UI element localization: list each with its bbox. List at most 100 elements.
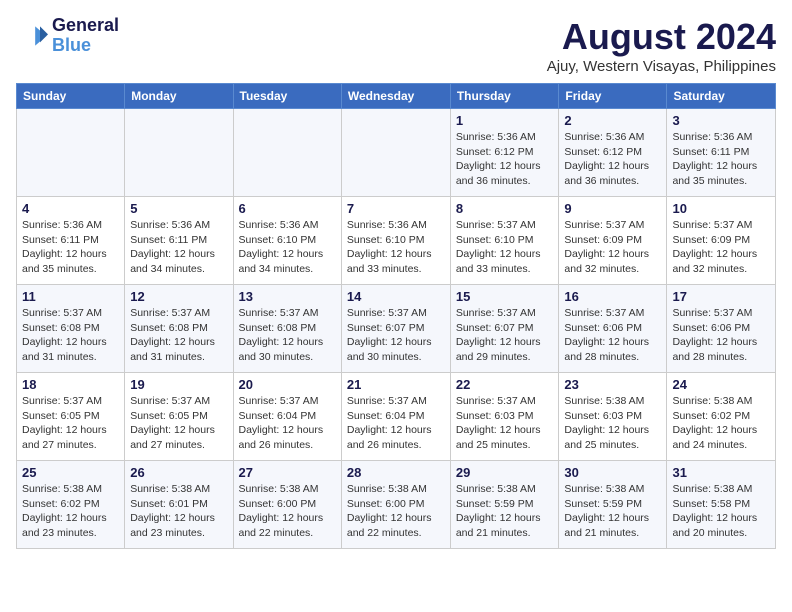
weekday-header: Wednesday <box>341 84 450 109</box>
calendar-cell <box>17 109 125 197</box>
day-number: 22 <box>456 377 554 392</box>
day-info: Sunrise: 5:37 AM Sunset: 6:07 PM Dayligh… <box>456 306 554 365</box>
calendar-cell: 4Sunrise: 5:36 AM Sunset: 6:11 PM Daylig… <box>17 197 125 285</box>
calendar-cell: 10 Sunrise: 5:37 AM Sunset: 6:09 PM Dayli… <box>667 197 776 285</box>
logo-icon <box>16 20 48 52</box>
calendar-table: SundayMondayTuesdayWednesdayThursdayFrid… <box>16 83 776 549</box>
calendar-header: SundayMondayTuesdayWednesdayThursdayFrid… <box>17 84 776 109</box>
calendar-cell: 11 Sunrise: 5:37 AM Sunset: 6:08 PM Dayli… <box>17 285 125 373</box>
day-info: Sunrise: 5:36 AM Sunset: 6:12 PM Dayligh… <box>456 130 554 189</box>
day-number: 27 <box>239 465 336 480</box>
day-number: 21 <box>347 377 445 392</box>
page-header: General Blue August 2024 Ajuy, Western V… <box>16 16 776 75</box>
calendar-cell: 12 Sunrise: 5:37 AM Sunset: 6:08 PM Dayli… <box>125 285 233 373</box>
day-number: 17 <box>672 289 770 304</box>
weekday-header: Thursday <box>450 84 559 109</box>
weekday-header: Saturday <box>667 84 776 109</box>
day-number: 25 <box>22 465 119 480</box>
calendar-cell: 17 Sunrise: 5:37 AM Sunset: 6:06 PM Dayli… <box>667 285 776 373</box>
day-info: Sunrise: 5:37 AM Sunset: 6:08 PM Dayligh… <box>239 306 336 365</box>
day-info: Sunrise: 5:37 AM Sunset: 6:10 PM Dayligh… <box>456 218 554 277</box>
day-number: 3 <box>672 113 770 128</box>
calendar-cell: 20 Sunrise: 5:37 AM Sunset: 6:04 PM Dayli… <box>233 373 341 461</box>
day-info: Sunrise: 5:38 AM Sunset: 5:59 PM Dayligh… <box>564 482 661 541</box>
calendar-cell: 2Sunrise: 5:36 AM Sunset: 6:12 PM Daylig… <box>559 109 667 197</box>
day-info: Sunrise: 5:36 AM Sunset: 6:11 PM Dayligh… <box>672 130 770 189</box>
day-number: 6 <box>239 201 336 216</box>
calendar-cell: 21 Sunrise: 5:37 AM Sunset: 6:04 PM Dayli… <box>341 373 450 461</box>
day-info: Sunrise: 5:37 AM Sunset: 6:06 PM Dayligh… <box>672 306 770 365</box>
day-number: 24 <box>672 377 770 392</box>
calendar-cell: 26 Sunrise: 5:38 AM Sunset: 6:01 PM Dayli… <box>125 461 233 549</box>
calendar-cell: 22 Sunrise: 5:37 AM Sunset: 6:03 PM Dayli… <box>450 373 559 461</box>
title-block: August 2024 Ajuy, Western Visayas, Phili… <box>547 16 776 75</box>
calendar-cell: 25 Sunrise: 5:38 AM Sunset: 6:02 PM Dayli… <box>17 461 125 549</box>
day-info: Sunrise: 5:37 AM Sunset: 6:09 PM Dayligh… <box>672 218 770 277</box>
day-info: Sunrise: 5:37 AM Sunset: 6:08 PM Dayligh… <box>22 306 119 365</box>
day-number: 20 <box>239 377 336 392</box>
calendar-cell: 24 Sunrise: 5:38 AM Sunset: 6:02 PM Dayli… <box>667 373 776 461</box>
calendar-week-row: 18 Sunrise: 5:37 AM Sunset: 6:05 PM Dayli… <box>17 373 776 461</box>
day-number: 26 <box>130 465 227 480</box>
day-info: Sunrise: 5:38 AM Sunset: 6:02 PM Dayligh… <box>672 394 770 453</box>
day-number: 18 <box>22 377 119 392</box>
day-info: Sunrise: 5:38 AM Sunset: 6:00 PM Dayligh… <box>239 482 336 541</box>
day-number: 4 <box>22 201 119 216</box>
day-number: 7 <box>347 201 445 216</box>
calendar-cell: 1Sunrise: 5:36 AM Sunset: 6:12 PM Daylig… <box>450 109 559 197</box>
day-info: Sunrise: 5:38 AM Sunset: 6:00 PM Dayligh… <box>347 482 445 541</box>
calendar-cell <box>125 109 233 197</box>
weekday-header: Sunday <box>17 84 125 109</box>
day-number: 2 <box>564 113 661 128</box>
calendar-cell: 23Sunrise: 5:38 AM Sunset: 6:03 PM Dayli… <box>559 373 667 461</box>
calendar-week-row: 11 Sunrise: 5:37 AM Sunset: 6:08 PM Dayli… <box>17 285 776 373</box>
calendar-week-row: 1Sunrise: 5:36 AM Sunset: 6:12 PM Daylig… <box>17 109 776 197</box>
logo-text: General Blue <box>52 16 119 56</box>
day-number: 13 <box>239 289 336 304</box>
day-info: Sunrise: 5:37 AM Sunset: 6:09 PM Dayligh… <box>564 218 661 277</box>
calendar-cell: 16Sunrise: 5:37 AM Sunset: 6:06 PM Dayli… <box>559 285 667 373</box>
weekday-header: Friday <box>559 84 667 109</box>
day-info: Sunrise: 5:38 AM Sunset: 6:02 PM Dayligh… <box>22 482 119 541</box>
day-info: Sunrise: 5:37 AM Sunset: 6:04 PM Dayligh… <box>239 394 336 453</box>
location: Ajuy, Western Visayas, Philippines <box>547 58 776 75</box>
day-info: Sunrise: 5:37 AM Sunset: 6:04 PM Dayligh… <box>347 394 445 453</box>
calendar-cell: 13 Sunrise: 5:37 AM Sunset: 6:08 PM Dayli… <box>233 285 341 373</box>
calendar-cell: 7Sunrise: 5:36 AM Sunset: 6:10 PM Daylig… <box>341 197 450 285</box>
day-info: Sunrise: 5:36 AM Sunset: 6:11 PM Dayligh… <box>130 218 227 277</box>
day-number: 15 <box>456 289 554 304</box>
calendar-week-row: 25 Sunrise: 5:38 AM Sunset: 6:02 PM Dayli… <box>17 461 776 549</box>
calendar-cell: 18 Sunrise: 5:37 AM Sunset: 6:05 PM Dayli… <box>17 373 125 461</box>
day-info: Sunrise: 5:38 AM Sunset: 5:59 PM Dayligh… <box>456 482 554 541</box>
day-info: Sunrise: 5:38 AM Sunset: 5:58 PM Dayligh… <box>672 482 770 541</box>
day-info: Sunrise: 5:36 AM Sunset: 6:10 PM Dayligh… <box>239 218 336 277</box>
month-title: August 2024 <box>547 16 776 58</box>
logo: General Blue <box>16 16 119 56</box>
weekday-row: SundayMondayTuesdayWednesdayThursdayFrid… <box>17 84 776 109</box>
day-number: 16 <box>564 289 661 304</box>
day-number: 31 <box>672 465 770 480</box>
day-info: Sunrise: 5:37 AM Sunset: 6:08 PM Dayligh… <box>130 306 227 365</box>
day-number: 10 <box>672 201 770 216</box>
calendar-cell: 31 Sunrise: 5:38 AM Sunset: 5:58 PM Dayli… <box>667 461 776 549</box>
day-number: 9 <box>564 201 661 216</box>
day-number: 30 <box>564 465 661 480</box>
calendar-cell: 27 Sunrise: 5:38 AM Sunset: 6:00 PM Dayli… <box>233 461 341 549</box>
calendar-cell: 19Sunrise: 5:37 AM Sunset: 6:05 PM Dayli… <box>125 373 233 461</box>
calendar-cell <box>233 109 341 197</box>
day-number: 28 <box>347 465 445 480</box>
calendar-cell: 3 Sunrise: 5:36 AM Sunset: 6:11 PM Daylig… <box>667 109 776 197</box>
calendar-cell: 6 Sunrise: 5:36 AM Sunset: 6:10 PM Daylig… <box>233 197 341 285</box>
calendar-body: 1Sunrise: 5:36 AM Sunset: 6:12 PM Daylig… <box>17 109 776 549</box>
day-number: 14 <box>347 289 445 304</box>
calendar-cell: 8 Sunrise: 5:37 AM Sunset: 6:10 PM Daylig… <box>450 197 559 285</box>
day-info: Sunrise: 5:38 AM Sunset: 6:01 PM Dayligh… <box>130 482 227 541</box>
day-number: 12 <box>130 289 227 304</box>
calendar-cell: 29Sunrise: 5:38 AM Sunset: 5:59 PM Dayli… <box>450 461 559 549</box>
day-info: Sunrise: 5:37 AM Sunset: 6:05 PM Dayligh… <box>22 394 119 453</box>
day-info: Sunrise: 5:37 AM Sunset: 6:03 PM Dayligh… <box>456 394 554 453</box>
calendar-cell: 30 Sunrise: 5:38 AM Sunset: 5:59 PM Dayli… <box>559 461 667 549</box>
day-number: 8 <box>456 201 554 216</box>
day-number: 11 <box>22 289 119 304</box>
calendar-cell: 9 Sunrise: 5:37 AM Sunset: 6:09 PM Daylig… <box>559 197 667 285</box>
